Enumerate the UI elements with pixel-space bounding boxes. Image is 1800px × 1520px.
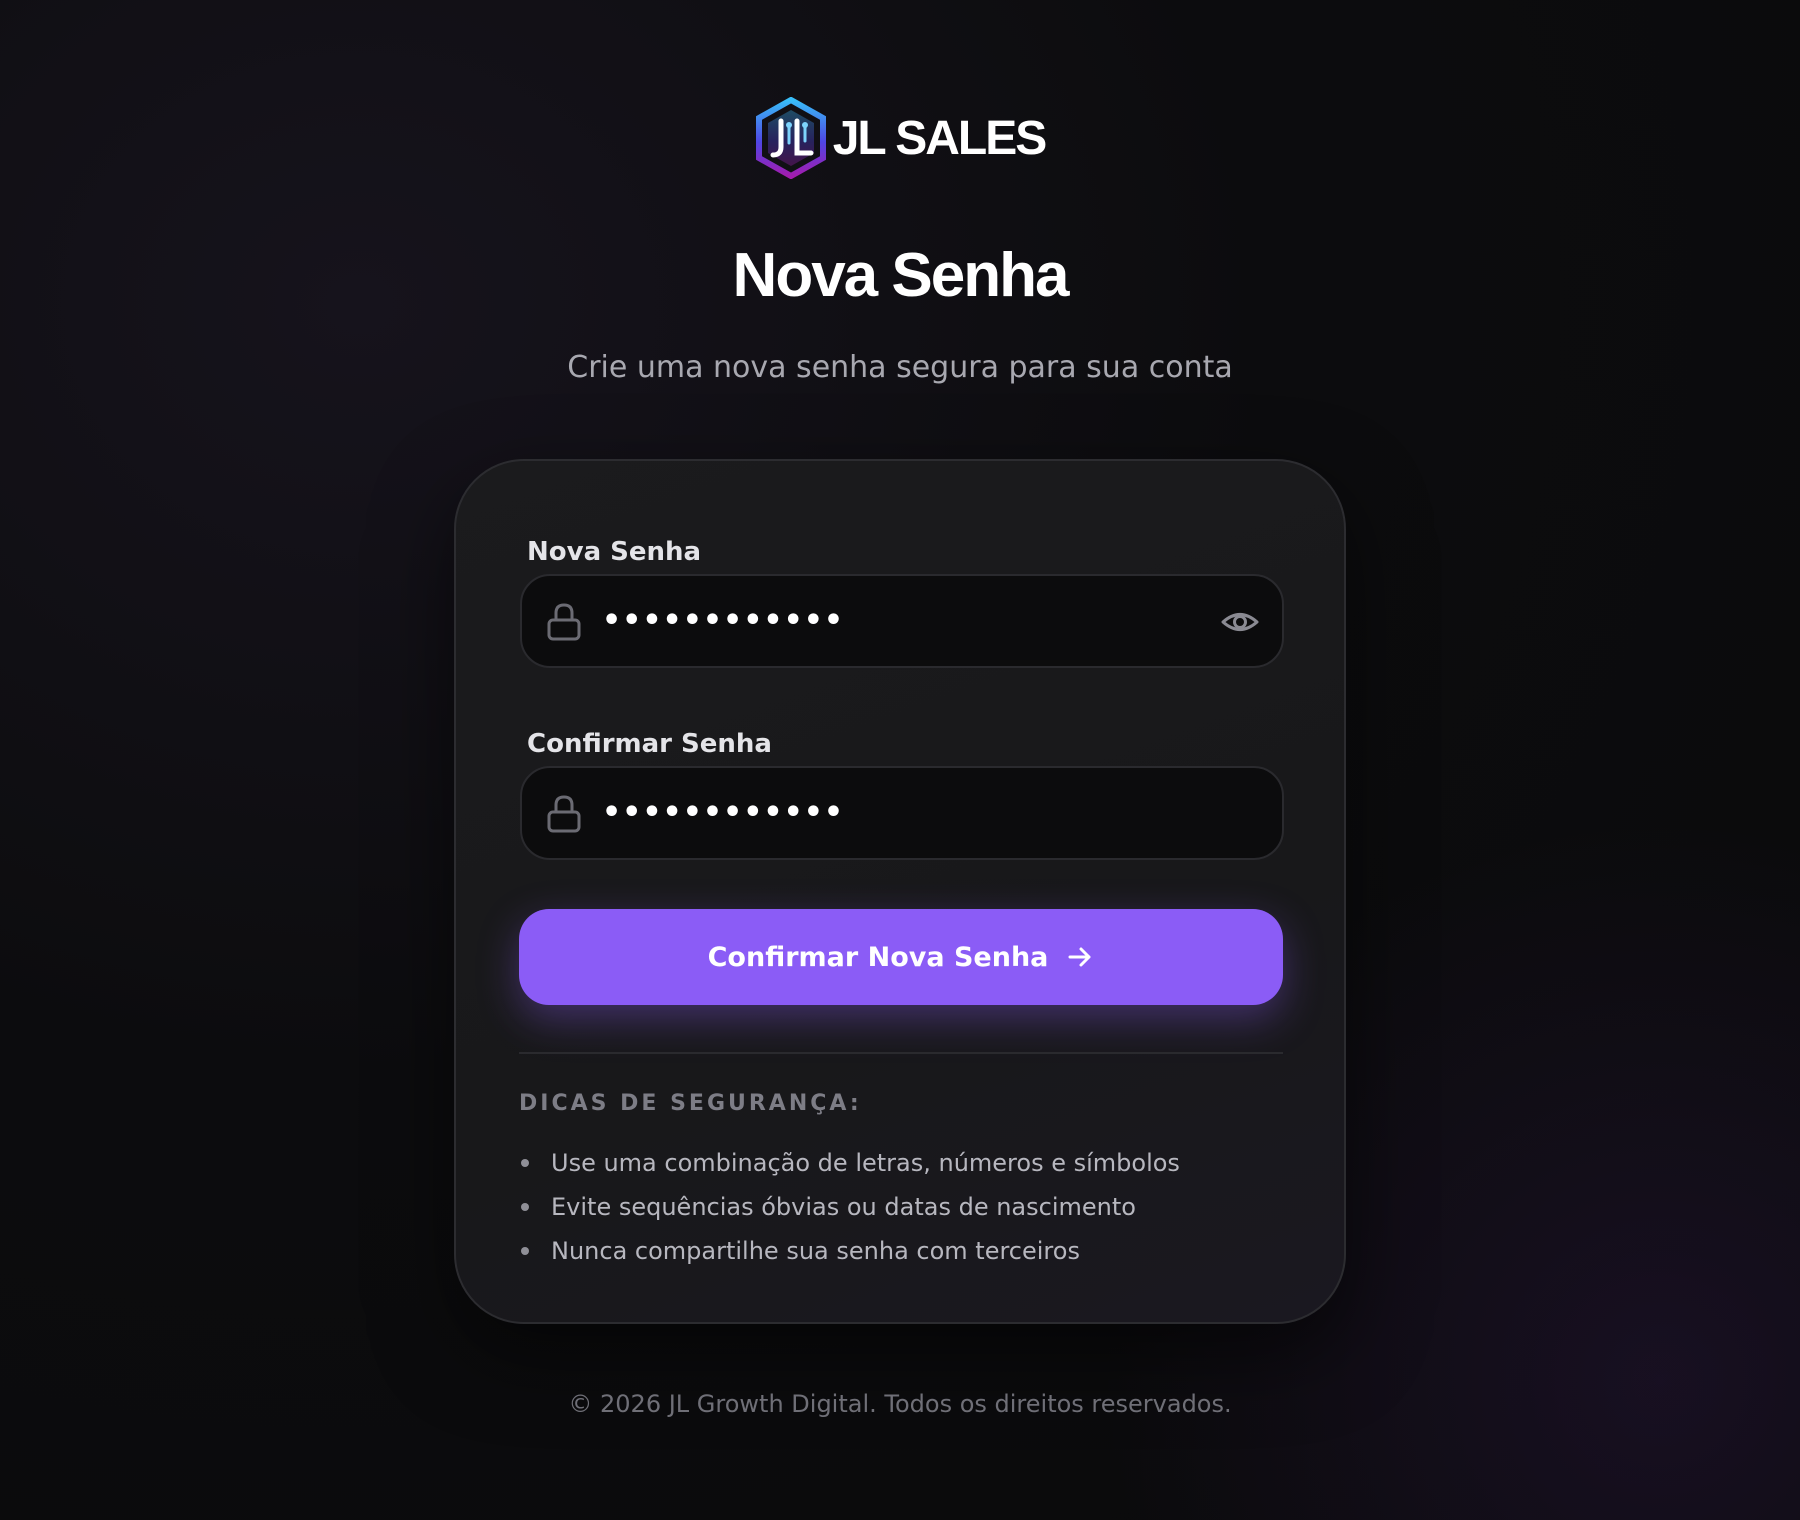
new-password-field[interactable]: •••••••••••• bbox=[520, 574, 1284, 668]
list-item: Nunca compartilhe sua senha com terceiro… bbox=[519, 1229, 1180, 1273]
divider bbox=[519, 1052, 1283, 1054]
footer-copyright: © 2026 JL Growth Digital. Todos os direi… bbox=[568, 1390, 1232, 1418]
confirm-password-value[interactable]: •••••••••••• bbox=[602, 768, 844, 858]
reset-password-page: JL SALES Nova Senha Crie uma nova senha … bbox=[0, 0, 1800, 1520]
list-item: Evite sequências óbvias ou datas de nasc… bbox=[519, 1185, 1180, 1229]
tip-text: Use uma combinação de letras, números e … bbox=[551, 1149, 1180, 1177]
confirm-password-label: Confirmar Senha bbox=[527, 729, 772, 759]
bullet-icon bbox=[521, 1203, 529, 1211]
list-item: Use uma combinação de letras, números e … bbox=[519, 1141, 1180, 1185]
confirm-new-password-label: Confirmar Nova Senha bbox=[707, 941, 1049, 973]
tip-text: Evite sequências óbvias ou datas de nasc… bbox=[551, 1193, 1136, 1221]
page-subtitle: Crie uma nova senha segura para sua cont… bbox=[567, 350, 1233, 385]
security-tips-heading: DICAS DE SEGURANÇA: bbox=[519, 1091, 862, 1116]
hexagon-logo-icon bbox=[755, 97, 826, 179]
eye-icon[interactable] bbox=[1220, 602, 1260, 642]
new-password-label: Nova Senha bbox=[527, 537, 702, 567]
confirm-password-field[interactable]: •••••••••••• bbox=[520, 766, 1284, 860]
bullet-icon bbox=[521, 1247, 529, 1255]
lock-icon bbox=[547, 795, 581, 833]
brand-logo: JL SALES bbox=[0, 97, 1800, 179]
lock-icon bbox=[547, 603, 581, 641]
reset-password-card: Nova Senha •••••••••••• Confirmar Senha … bbox=[454, 459, 1346, 1324]
confirm-new-password-button[interactable]: Confirmar Nova Senha bbox=[519, 909, 1283, 1005]
security-tips-list: Use uma combinação de letras, números e … bbox=[519, 1141, 1180, 1273]
bullet-icon bbox=[521, 1159, 529, 1167]
tip-text: Nunca compartilhe sua senha com terceiro… bbox=[551, 1237, 1080, 1265]
page-title: Nova Senha bbox=[732, 241, 1070, 310]
brand-name: JL SALES bbox=[832, 111, 1048, 165]
new-password-value[interactable]: •••••••••••• bbox=[602, 576, 844, 666]
arrow-right-icon bbox=[1068, 947, 1091, 967]
